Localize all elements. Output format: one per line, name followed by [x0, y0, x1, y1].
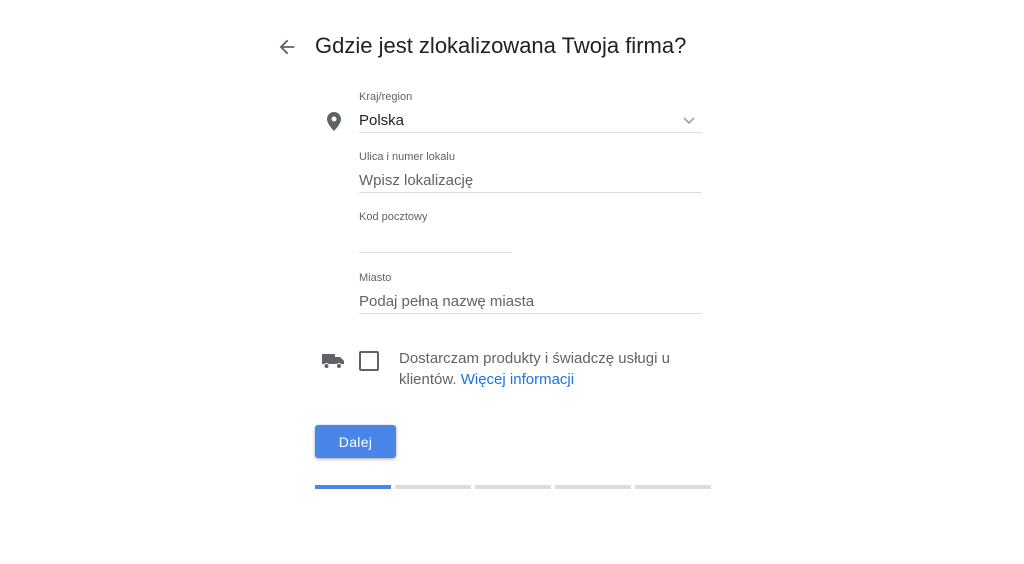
progress-step-2 — [395, 485, 471, 489]
postal-code-field[interactable]: Kod pocztowy — [359, 211, 512, 253]
country-label: Kraj/region — [359, 91, 413, 103]
chevron-down-icon[interactable] — [682, 113, 696, 125]
progress-step-5 — [635, 485, 711, 489]
arrow-left-icon — [279, 39, 295, 55]
street-label: Ulica i numer lokalu — [359, 151, 455, 163]
city-underline — [359, 313, 702, 314]
page-title: Gdzie jest zlokalizowana Twoja firma? — [315, 33, 687, 58]
country-underline — [359, 132, 702, 133]
more-info-link[interactable]: Więcej informacji — [461, 371, 574, 388]
city-placeholder: Podaj pełną nazwę miasta — [359, 293, 535, 310]
truck-icon — [322, 354, 344, 369]
next-button[interactable]: Dalej — [315, 425, 396, 458]
progress-step-4 — [555, 485, 631, 489]
country-value: Polska — [359, 112, 405, 129]
postal-code-label: Kod pocztowy — [359, 211, 428, 223]
city-field[interactable]: Miasto Podaj pełną nazwę miasta — [359, 272, 702, 314]
back-button[interactable] — [276, 36, 298, 58]
country-select[interactable]: Kraj/region Polska — [359, 91, 702, 133]
postal-code-underline — [359, 252, 512, 253]
progress-bar — [315, 485, 711, 489]
delivery-description: Dostarczam produkty i świadczę usługi u … — [399, 348, 699, 390]
delivery-checkbox[interactable] — [359, 351, 379, 371]
progress-step-1 — [315, 485, 391, 489]
location-pin-icon — [327, 112, 341, 131]
street-field[interactable]: Ulica i numer lokalu Wpisz lokalizację — [359, 151, 702, 193]
city-label: Miasto — [359, 272, 392, 284]
street-placeholder: Wpisz lokalizację — [359, 172, 474, 189]
progress-step-3 — [475, 485, 551, 489]
street-underline — [359, 192, 702, 193]
